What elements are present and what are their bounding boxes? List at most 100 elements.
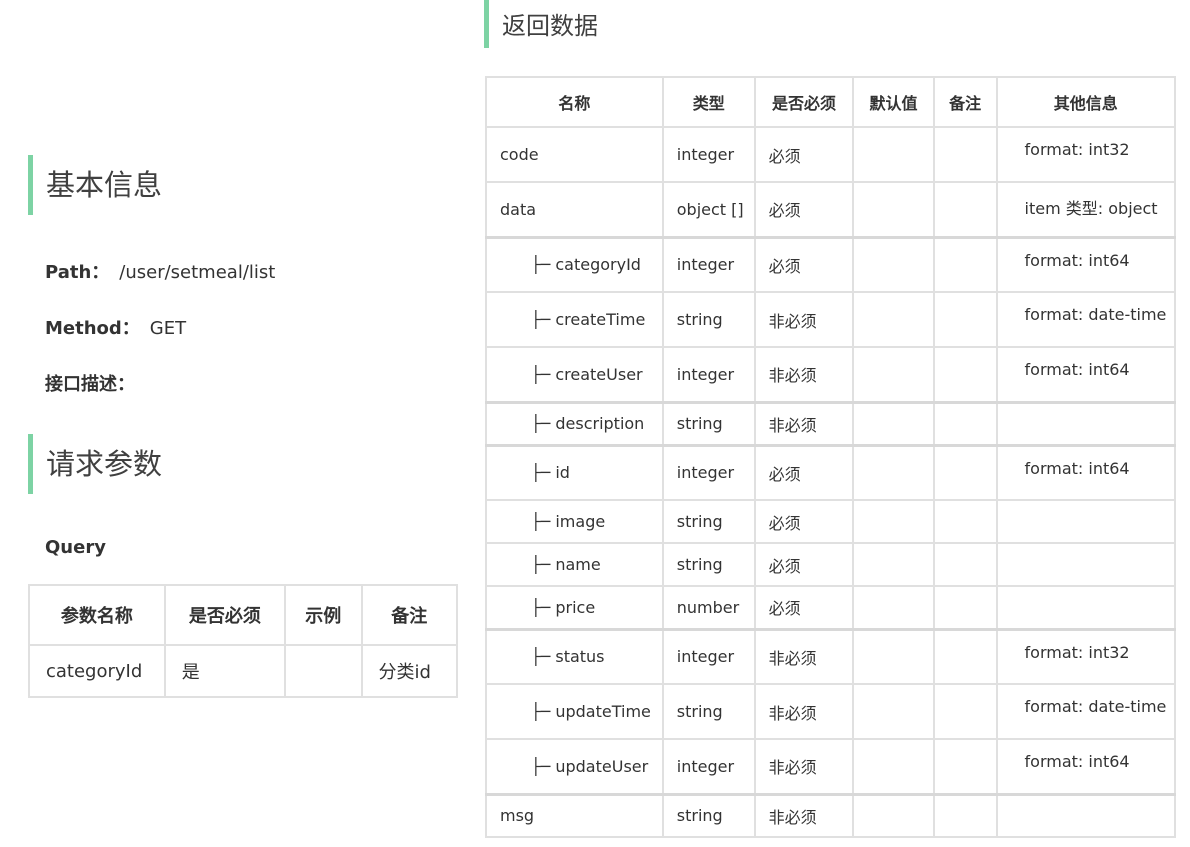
field-note [932,181,998,238]
field-default [852,400,935,446]
response-header-type: 类型 [661,76,756,128]
field-required: 必须 [753,585,855,630]
field-note [932,443,998,501]
field-type: integer [661,126,756,183]
field-required: 非必须 [753,400,855,446]
field-required: 非必须 [753,346,855,403]
field-note [932,235,998,293]
query-table-header-row: 参数名称 是否必须 示例 备注 [28,584,459,646]
field-info: format: date-time [995,683,1177,740]
field-name: ├─ description [485,400,664,446]
field-name: ├─ id [485,443,664,501]
path-value: /user/setmeal/list [119,262,276,283]
field-type: integer [661,443,756,501]
table-row: ├─ price number 必须 [485,585,1177,630]
field-default [852,443,935,501]
field-default [852,291,935,348]
field-name: ├─ status [485,627,664,685]
table-row: code integer 必须 format: int32 [485,126,1177,183]
query-header-example: 示例 [284,584,363,646]
field-name: ├─ price [485,585,664,630]
field-name: ├─ image [485,499,664,544]
field-info [995,792,1177,838]
field-note [932,683,998,740]
field-note [932,400,998,446]
field-note [932,499,998,544]
field-required: 非必须 [753,683,855,740]
query-header-note: 备注 [360,584,459,646]
field-info [995,499,1177,544]
field-info: item 类型: object [995,181,1177,238]
field-type: string [661,683,756,740]
query-label: Query [45,537,106,558]
field-required: 非必须 [753,792,855,838]
field-name: ├─ createTime [485,291,664,348]
field-note [932,738,998,795]
field-type: string [661,792,756,838]
table-row: msg string 非必须 [485,792,1177,838]
field-default [852,738,935,795]
response-header-other-info: 其他信息 [995,76,1177,128]
table-row: ├─ createUser integer 非必须 format: int64 [485,346,1177,403]
query-cell-required: 是 [163,644,287,698]
field-default [852,181,935,238]
field-required: 非必须 [753,738,855,795]
field-note [932,291,998,348]
field-required: 必须 [753,181,855,238]
field-name: ├─ updateTime [485,683,664,740]
field-required: 非必须 [753,291,855,348]
field-required: 必须 [753,235,855,293]
field-info: format: date-time [995,291,1177,348]
description-label: 接口描述： [45,374,135,395]
field-type: string [661,400,756,446]
field-type: integer [661,738,756,795]
field-type: integer [661,627,756,685]
table-row: categoryId 是 分类id [28,644,459,698]
section-title-response-data: 返回数据 [484,0,598,48]
field-default [852,346,935,403]
table-row: ├─ image string 必须 [485,499,1177,544]
field-required: 必须 [753,126,855,183]
field-name: msg [485,792,664,838]
response-header-required: 是否必须 [753,76,855,128]
field-default [852,627,935,685]
query-cell-example [284,644,363,698]
response-header-name: 名称 [485,76,664,128]
field-note [932,627,998,685]
field-name: code [485,126,664,183]
field-name: ├─ categoryId [485,235,664,293]
field-name: ├─ name [485,542,664,587]
table-row: ├─ name string 必须 [485,542,1177,587]
field-default [852,235,935,293]
response-header-note: 备注 [932,76,998,128]
field-default [852,126,935,183]
field-name: data [485,181,664,238]
field-info: format: int32 [995,126,1177,183]
field-info: format: int64 [995,346,1177,403]
table-row: data object [] 必须 item 类型: object [485,181,1177,238]
table-row: ├─ updateUser integer 非必须 format: int64 [485,738,1177,795]
field-note [932,346,998,403]
field-note [932,585,998,630]
table-row: ├─ createTime string 非必须 format: date-time [485,291,1177,348]
query-params-table: 参数名称 是否必须 示例 备注 categoryId 是 分类id [28,584,459,698]
field-name: ├─ createUser [485,346,664,403]
field-default [852,585,935,630]
field-type: object [] [661,181,756,238]
field-required: 必须 [753,443,855,501]
table-row: ├─ id integer 必须 format: int64 [485,443,1177,501]
field-required: 必须 [753,499,855,544]
field-info: format: int64 [995,738,1177,795]
field-info: format: int32 [995,627,1177,685]
section-title-basic-info: 基本信息 [28,155,162,215]
method-line: Method： GET [45,314,186,340]
field-required: 非必须 [753,627,855,685]
field-required: 必须 [753,542,855,587]
field-info [995,400,1177,446]
field-default [852,683,935,740]
method-value: GET [149,318,187,339]
field-note [932,126,998,183]
field-info: format: int64 [995,443,1177,501]
table-row: ├─ categoryId integer 必须 format: int64 [485,235,1177,293]
field-default [852,792,935,838]
